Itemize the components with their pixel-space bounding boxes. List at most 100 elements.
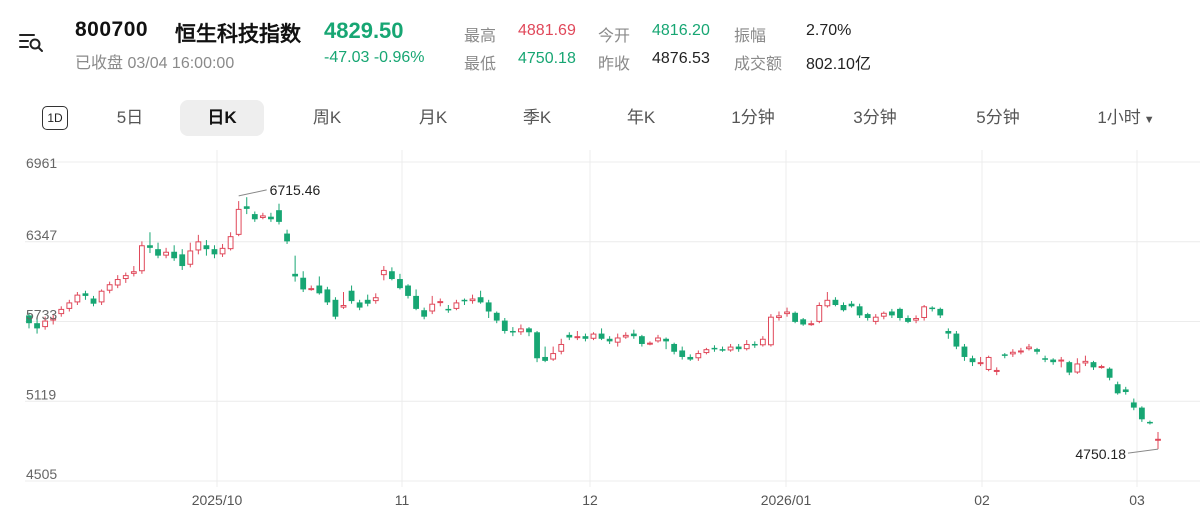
tab-weekly-k[interactable]: 周K bbox=[290, 100, 364, 136]
candle-body bbox=[598, 333, 605, 339]
turnover-label: 成交额 bbox=[734, 56, 783, 73]
candle-body bbox=[130, 271, 137, 274]
tab-1hour[interactable]: 1小时 ▼ bbox=[1086, 100, 1166, 136]
prev-close-value: 4876.53 bbox=[652, 50, 710, 67]
tab-quarterly-k[interactable]: 季K bbox=[500, 100, 574, 136]
list-search-icon[interactable] bbox=[18, 30, 50, 58]
candle-body bbox=[1058, 359, 1065, 362]
high-annotation-label: 6715.46 bbox=[270, 182, 321, 198]
candle-body bbox=[840, 305, 847, 311]
candle-body bbox=[461, 299, 468, 302]
low-annotation-line bbox=[1127, 448, 1159, 454]
candle-body bbox=[824, 299, 831, 307]
tab-3min[interactable]: 3分钟 bbox=[836, 100, 914, 136]
amplitude-value: 2.70% bbox=[806, 22, 852, 39]
candle-body bbox=[332, 299, 339, 317]
candle-body bbox=[251, 214, 258, 220]
candle-body bbox=[203, 245, 210, 250]
candle-body bbox=[1130, 402, 1137, 408]
candle-body bbox=[397, 279, 403, 289]
caret-down-icon: ▼ bbox=[1143, 114, 1155, 126]
candle-body bbox=[34, 323, 40, 329]
candle-body bbox=[1155, 438, 1161, 441]
candle-body bbox=[1106, 368, 1113, 378]
candle-body bbox=[388, 271, 395, 280]
candle-body bbox=[921, 306, 928, 318]
tab-daily-k[interactable]: 日K bbox=[180, 100, 264, 136]
tab-monthly-k[interactable]: 月K bbox=[396, 100, 470, 136]
candle-body bbox=[784, 311, 790, 315]
candle-body bbox=[1098, 366, 1105, 369]
candle-body bbox=[235, 208, 242, 235]
candle-body bbox=[445, 308, 452, 311]
tab-yearly-k[interactable]: 年K bbox=[604, 100, 678, 136]
candle-body bbox=[985, 356, 992, 370]
candle-body bbox=[477, 297, 484, 303]
candle-body bbox=[187, 250, 194, 265]
candle-body bbox=[171, 251, 178, 259]
candle-body bbox=[606, 338, 613, 342]
candle-body bbox=[1066, 362, 1073, 373]
tab-1hour-label: 1小时 bbox=[1097, 108, 1141, 127]
candle-body bbox=[582, 336, 589, 339]
candle-body bbox=[1042, 358, 1049, 360]
candle-body bbox=[58, 308, 65, 315]
kline-chart[interactable]: 6961 6347 5733 5119 4505 2025/10 11 12 2026/01 02… bbox=[0, 150, 1200, 517]
candle-body bbox=[364, 299, 371, 304]
candle-body bbox=[1138, 407, 1145, 420]
x-tick-label: 2025/10 bbox=[192, 492, 243, 508]
candle-body bbox=[98, 290, 105, 303]
open-value: 4816.20 bbox=[652, 22, 710, 39]
candle-body bbox=[179, 254, 186, 267]
candle-body bbox=[122, 275, 129, 280]
candle-body bbox=[1122, 389, 1129, 393]
candle-body bbox=[380, 269, 387, 276]
candle-body bbox=[792, 312, 799, 322]
candle-body bbox=[1090, 362, 1097, 368]
candle-body bbox=[195, 241, 202, 251]
candle-body bbox=[501, 320, 508, 331]
y-tick-label: 6961 bbox=[26, 155, 57, 171]
candle-body bbox=[816, 305, 823, 322]
candle-body bbox=[945, 330, 952, 334]
tab-1min[interactable]: 1分钟 bbox=[716, 100, 790, 136]
candle-body bbox=[590, 333, 597, 339]
candle-body bbox=[703, 349, 710, 354]
candle-body bbox=[276, 210, 282, 222]
period-tabs: 1D 5日 日K 周K 月K 季K 年K 1分钟 3分钟 5分钟 1小时 ▼ bbox=[0, 100, 1200, 138]
candle-body bbox=[622, 334, 629, 338]
candle-body bbox=[66, 302, 73, 309]
candle-body bbox=[832, 299, 839, 306]
candle-body bbox=[550, 353, 557, 360]
candle-body bbox=[1074, 363, 1081, 373]
candle-body bbox=[324, 289, 331, 303]
candle-body bbox=[509, 330, 516, 333]
candle-body bbox=[848, 303, 855, 307]
candle-body bbox=[413, 295, 419, 309]
candle-body bbox=[316, 285, 323, 294]
tab-1d[interactable]: 1D bbox=[42, 106, 68, 130]
tab-5min[interactable]: 5分钟 bbox=[959, 100, 1037, 136]
candle-body bbox=[969, 358, 976, 363]
x-tick-label: 03 bbox=[1129, 492, 1145, 508]
candle-body bbox=[759, 338, 766, 346]
candle-body bbox=[574, 336, 581, 339]
candle-body bbox=[405, 285, 411, 296]
candle-body bbox=[1082, 360, 1089, 364]
x-tick-label: 11 bbox=[395, 492, 410, 508]
candle-body bbox=[711, 347, 718, 350]
candle-body bbox=[647, 342, 653, 345]
candle-body bbox=[114, 279, 121, 286]
candle-body bbox=[638, 336, 645, 344]
candle-body bbox=[888, 311, 895, 316]
candle-body bbox=[1114, 384, 1121, 394]
candle-body bbox=[74, 294, 81, 303]
x-tick-label: 12 bbox=[582, 492, 598, 508]
candle-body bbox=[429, 303, 436, 312]
candle-body bbox=[953, 333, 960, 347]
candle-body bbox=[300, 277, 307, 290]
tab-5day[interactable]: 5日 bbox=[95, 100, 165, 136]
candle-body bbox=[727, 346, 734, 351]
candle-body bbox=[913, 317, 919, 321]
candle-body bbox=[138, 245, 145, 272]
